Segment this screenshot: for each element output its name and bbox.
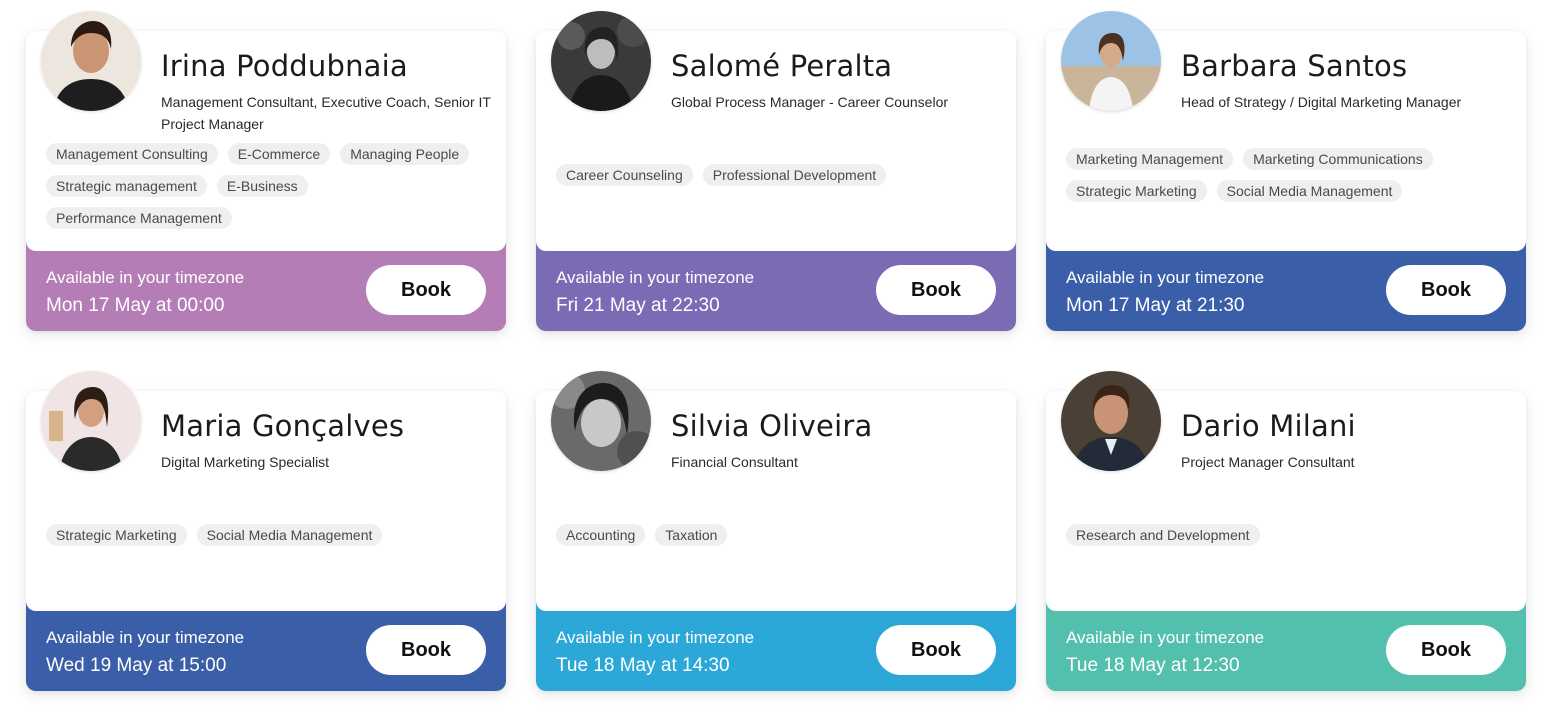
consultant-title: Digital Marketing Specialist: [161, 454, 330, 470]
tag: E-Business: [216, 175, 308, 197]
avatar: [551, 11, 651, 111]
consultant-name: Salomé Peralta: [671, 49, 893, 83]
tag-list: Research and Development: [1066, 524, 1506, 546]
consultant-title: Management Consultant, Executive Coach, …: [161, 94, 491, 132]
availability-footer: Available in your timezone Mon 17 May at…: [26, 241, 506, 331]
tag-list: Management Consulting E-Commerce Managin…: [46, 143, 486, 229]
avatar: [41, 371, 141, 471]
availability-date: Fri 21 May at 22:30: [556, 295, 720, 316]
tag: Taxation: [655, 524, 728, 546]
book-button[interactable]: Book: [1386, 265, 1506, 315]
avatar: [551, 371, 651, 471]
consultant-card: Maria Gonçalves Digital Marketing Specia…: [26, 371, 506, 691]
availability-label: Available in your timezone: [46, 268, 245, 287]
tag-list: Accounting Taxation: [556, 524, 996, 546]
availability-footer: Available in your timezone Fri 21 May at…: [536, 241, 1016, 331]
tag: Management Consulting: [46, 143, 218, 165]
availability-date: Tue 18 May at 12:30: [1066, 655, 1240, 676]
tag: Strategic Marketing: [46, 524, 187, 546]
portrait-photo-icon: [1061, 11, 1161, 111]
consultant-card: Dario Milani Project Manager Consultant …: [1046, 371, 1526, 691]
tag: Professional Development: [702, 164, 887, 186]
consultant-card: Barbara Santos Head of Strategy / Digita…: [1046, 11, 1526, 331]
avatar: [41, 11, 141, 111]
availability-date: Mon 17 May at 21:30: [1066, 295, 1245, 316]
portrait-photo-icon: [551, 371, 651, 471]
tag: Strategic Marketing: [1066, 180, 1207, 202]
portrait-photo-icon: [41, 11, 141, 111]
tag-list: Marketing Management Marketing Communica…: [1066, 148, 1506, 202]
availability-label: Available in your timezone: [556, 628, 755, 647]
consultant-name: Silvia Oliveira: [671, 409, 873, 443]
tag: Marketing Management: [1066, 148, 1234, 170]
consultant-title: Project Manager Consultant: [1181, 454, 1355, 470]
availability-date: Mon 17 May at 00:00: [46, 295, 225, 316]
consultant-card: Salomé Peralta Global Process Manager - …: [536, 11, 1016, 331]
portrait-photo-icon: [41, 371, 141, 471]
book-button[interactable]: Book: [876, 625, 996, 675]
availability-footer: Available in your timezone Mon 17 May at…: [1046, 241, 1526, 331]
consultant-name: Irina Poddubnaia: [161, 49, 408, 83]
book-button[interactable]: Book: [1386, 625, 1506, 675]
availability-date: Tue 18 May at 14:30: [556, 655, 730, 676]
availability-date: Wed 19 May at 15:00: [46, 655, 227, 676]
consultant-title: Head of Strategy / Digital Marketing Man…: [1181, 94, 1462, 110]
consultant-title: Global Process Manager - Career Counselo…: [671, 94, 949, 110]
availability-footer: Available in your timezone Tue 18 May at…: [1046, 601, 1526, 691]
availability-label: Available in your timezone: [46, 628, 245, 647]
tag: Research and Development: [1066, 524, 1260, 546]
availability-label: Available in your timezone: [1066, 268, 1265, 287]
consultant-name: Barbara Santos: [1181, 49, 1408, 83]
tag: Social Media Management: [196, 524, 383, 546]
consultant-title: Financial Consultant: [671, 454, 798, 470]
tag: Accounting: [556, 524, 646, 546]
portrait-photo-icon: [1061, 371, 1161, 471]
book-button[interactable]: Book: [876, 265, 996, 315]
book-button[interactable]: Book: [366, 265, 486, 315]
consultant-name: Maria Gonçalves: [161, 409, 405, 443]
avatar: [1061, 11, 1161, 111]
portrait-photo-icon: [551, 11, 651, 111]
tag: Performance Management: [46, 207, 232, 229]
availability-footer: Available in your timezone Wed 19 May at…: [26, 601, 506, 691]
availability-footer: Available in your timezone Tue 18 May at…: [536, 601, 1016, 691]
tag: E-Commerce: [227, 143, 331, 165]
avatar: [1061, 371, 1161, 471]
tag: Marketing Communications: [1243, 148, 1433, 170]
availability-label: Available in your timezone: [1066, 628, 1265, 647]
tag: Social Media Management: [1216, 180, 1403, 202]
tag-list: Strategic Marketing Social Media Managem…: [46, 524, 486, 546]
tag: Career Counseling: [556, 164, 693, 186]
consultant-card: Silvia Oliveira Financial Consultant Acc…: [536, 371, 1016, 691]
tag-list: Career Counseling Professional Developme…: [556, 164, 996, 186]
availability-label: Available in your timezone: [556, 268, 755, 287]
book-button[interactable]: Book: [366, 625, 486, 675]
consultant-card: Irina Poddubnaia Management Consultant, …: [26, 11, 506, 331]
consultant-name: Dario Milani: [1181, 409, 1356, 443]
tag: Managing People: [340, 143, 470, 165]
tag: Strategic management: [46, 175, 207, 197]
